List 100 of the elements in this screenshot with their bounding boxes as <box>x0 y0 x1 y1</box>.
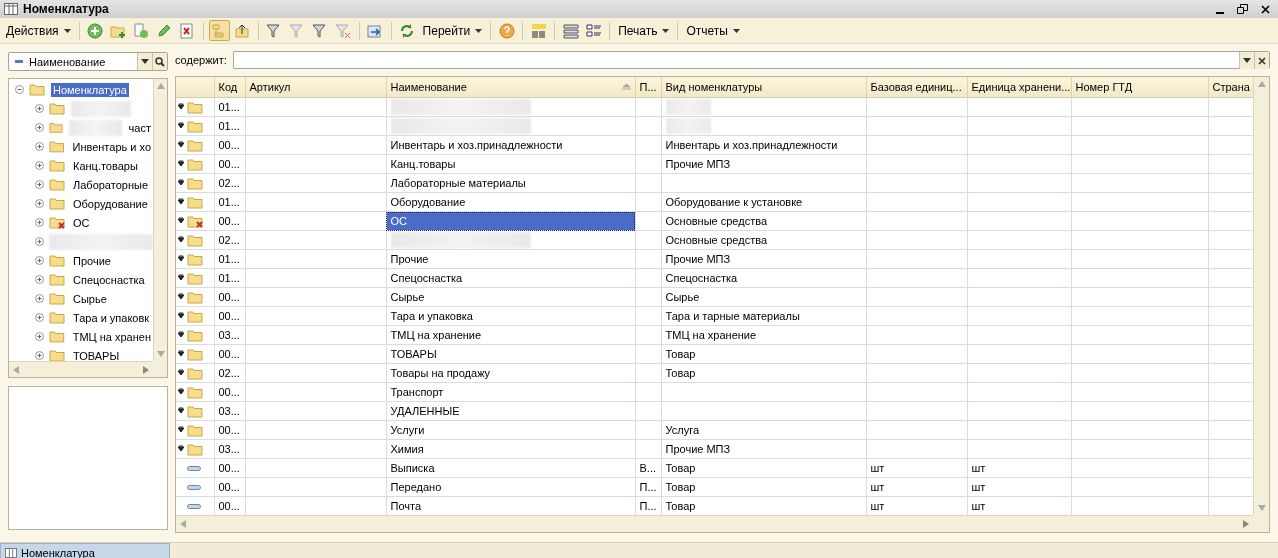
expand-arrow-icon[interactable] <box>178 179 184 187</box>
search-icon[interactable] <box>152 53 167 70</box>
tree-item[interactable]: Канц.товары <box>71 158 140 173</box>
expand-icon[interactable] <box>35 256 44 265</box>
expand-arrow-icon[interactable] <box>178 407 184 415</box>
column-header[interactable]: Номер ГТД <box>1071 77 1208 98</box>
caret-icon <box>475 28 483 33</box>
expand-icon[interactable] <box>35 275 44 284</box>
print-menu[interactable]: Печать <box>615 20 673 41</box>
dropdown-icon[interactable] <box>1239 52 1254 69</box>
table-cell <box>635 325 661 345</box>
table-cell <box>635 268 661 288</box>
caret-icon <box>662 28 670 33</box>
expand-icon[interactable] <box>35 313 44 322</box>
table-cell <box>635 135 661 155</box>
table-cell: ТОВАРЫ <box>386 344 635 364</box>
dropdown-icon[interactable] <box>137 53 152 70</box>
expand-arrow-icon[interactable] <box>178 426 184 434</box>
column-header[interactable]: Артикул <box>245 77 386 98</box>
column-header[interactable]: Наименование <box>386 77 635 98</box>
folder-icon <box>187 442 204 456</box>
expand-arrow-icon[interactable] <box>178 274 184 282</box>
table-cell: 00... <box>214 382 245 402</box>
expand-icon[interactable] <box>35 332 44 341</box>
table-cell: Транспорт <box>386 382 635 402</box>
tree-item[interactable]: Спецоснастка <box>71 272 147 287</box>
expand-arrow-icon[interactable] <box>178 217 184 225</box>
table-cell <box>635 192 661 212</box>
search-field[interactable] <box>232 51 1270 69</box>
column-header[interactable]: Код <box>214 77 245 98</box>
column-header[interactable]: Базовая единиц... <box>866 77 967 98</box>
tree-item[interactable]: част <box>126 120 153 135</box>
expand-icon[interactable] <box>35 351 44 360</box>
tree-item[interactable]: Лабораторные <box>71 177 150 192</box>
column-header[interactable]: П... <box>635 77 661 98</box>
expand-arrow-icon[interactable] <box>178 236 184 244</box>
add-icon[interactable] <box>84 20 106 41</box>
table-cell <box>635 306 661 326</box>
expand-icon[interactable] <box>35 218 44 227</box>
goto-menu[interactable]: Перейти <box>419 20 486 41</box>
tree-item[interactable]: ОС <box>71 215 92 230</box>
folder-icon <box>49 254 66 267</box>
expand-icon[interactable] <box>35 180 44 189</box>
tree-item[interactable]: ТОВАРЫ <box>71 348 122 361</box>
expand-arrow-icon[interactable] <box>178 350 184 358</box>
expand-arrow-icon[interactable] <box>178 312 184 320</box>
table-cell: Канц.товары <box>386 154 635 174</box>
tree-item[interactable]: Оборудование <box>71 196 150 211</box>
expand-arrow-icon[interactable] <box>178 369 184 377</box>
table-cell: Спецоснастка <box>661 268 866 288</box>
table-cell: шт <box>967 477 1071 497</box>
expand-arrow-icon[interactable] <box>178 198 184 206</box>
expand-arrow-icon[interactable] <box>178 103 184 111</box>
table-cell: Основные средства <box>661 230 866 250</box>
expand-icon[interactable] <box>35 123 44 132</box>
column-header[interactable]: Страна <box>1208 77 1253 98</box>
reports-menu[interactable]: Отчеты <box>683 20 743 41</box>
tree-item[interactable]: Прочие <box>71 253 113 268</box>
expand-icon[interactable] <box>35 237 44 246</box>
field-select[interactable]: Наименование <box>8 52 168 71</box>
table-cell: шт <box>866 458 967 478</box>
expand-arrow-icon[interactable] <box>178 293 184 301</box>
expand-icon[interactable] <box>35 294 44 303</box>
help-icon[interactable] <box>496 20 518 41</box>
table-cell: 00... <box>214 287 245 307</box>
expand-icon[interactable] <box>35 104 44 113</box>
table-cell: Прочие МПЗ <box>661 249 866 269</box>
table-cell <box>635 439 661 459</box>
expand-icon[interactable] <box>35 161 44 170</box>
column-header[interactable]: Единица хранени... <box>967 77 1071 98</box>
tree-item[interactable]: Номенклатура <box>51 82 129 97</box>
expand-icon[interactable] <box>35 142 44 151</box>
table-cell: 00... <box>214 458 245 478</box>
folder-icon <box>49 178 66 191</box>
table-cell: Товар <box>661 458 866 478</box>
folder-icon <box>49 330 66 343</box>
tree-item[interactable]: Сырье <box>71 291 109 306</box>
tree-item[interactable]: ТМЦ на хранен <box>70 329 153 344</box>
folder-icon <box>49 140 66 153</box>
table-cell: шт <box>866 477 967 497</box>
expand-arrow-icon[interactable] <box>178 445 184 453</box>
column-header[interactable]: Вид номенклатуры <box>661 77 866 98</box>
tree-item[interactable]: Тара и упаковк <box>71 310 152 325</box>
table-cell: 02... <box>214 230 245 250</box>
scroll-right-icon[interactable] <box>1242 520 1250 528</box>
scroll-right-icon[interactable] <box>142 365 150 374</box>
expand-arrow-icon[interactable] <box>178 331 184 339</box>
expand-arrow-icon[interactable] <box>178 255 184 263</box>
folder-icon <box>187 309 204 323</box>
clear-icon[interactable] <box>1254 52 1269 69</box>
actions-menu[interactable]: Действия <box>3 20 74 41</box>
collapse-icon[interactable] <box>15 85 24 94</box>
expand-arrow-icon[interactable] <box>178 388 184 396</box>
expand-arrow-icon[interactable] <box>178 122 184 130</box>
tree-item[interactable]: Инвентарь и хо <box>70 139 153 154</box>
caret-icon <box>63 28 71 33</box>
expand-arrow-icon[interactable] <box>178 160 184 168</box>
expand-icon[interactable] <box>35 199 44 208</box>
folder-icon <box>187 404 204 418</box>
expand-arrow-icon[interactable] <box>178 141 184 149</box>
